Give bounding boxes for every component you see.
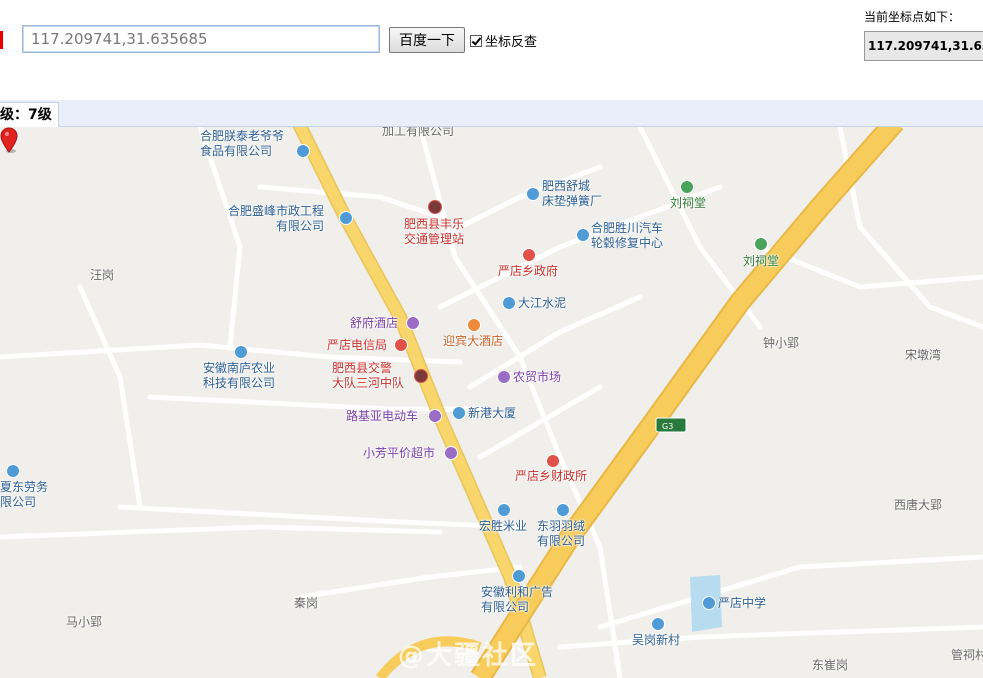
highway-shield-label: G3 [662, 422, 674, 431]
shop-icon[interactable] [428, 409, 442, 423]
map-label-xiaofang: 小芳平价超市 [363, 446, 436, 460]
zoom-strip: 级：7级 [0, 100, 983, 127]
government-icon[interactable] [522, 248, 536, 262]
current-coord-value: 117.209741,31.635685 [864, 31, 983, 61]
map-label-liucitang-1: 刘祠堂 [670, 196, 707, 210]
map-label-yingbin: 迎宾大酒店 [443, 334, 504, 348]
map-label-hongsheng: 宏胜米业 [479, 519, 528, 533]
map-label-dongcuigang: 东崔岗 [812, 658, 849, 672]
watermark: @大疆社区 [398, 641, 539, 671]
map-label-liucitang-2: 刘祠堂 [743, 254, 780, 268]
map-label-wugang: 吴岗新村 [632, 633, 681, 647]
map-label-qingang: 秦岗 [294, 596, 319, 610]
company-icon[interactable] [502, 296, 516, 310]
red-indicator [0, 31, 3, 49]
market-icon[interactable] [497, 370, 511, 384]
map-label-nongmao: 农贸市场 [513, 370, 562, 384]
building-icon[interactable] [452, 406, 466, 420]
map-label-feixi-fengle: 肥西县丰乐 交通管理站 [404, 217, 465, 246]
hotel-icon[interactable] [406, 316, 420, 330]
map-label-hefei-shengchuan: 合肥胜川汽车 轮毂修复中心 [591, 221, 664, 250]
map-label-maxiaoying: 马小郢 [66, 615, 103, 629]
reverse-lookup-checkbox[interactable] [470, 34, 482, 47]
location-pin-icon[interactable] [0, 127, 18, 153]
company-icon[interactable] [497, 503, 511, 517]
toolbar: 117.209741,31.635685 百度一下 坐标反查 当前坐标点如下： … [0, 0, 983, 100]
map-label-zhongxiaoying: 钟小郢 [763, 336, 800, 350]
residential-icon[interactable] [651, 617, 665, 631]
map-label-lujiya: 路基亚电动车 [346, 409, 419, 423]
map-label-dianxin: 严店电信局 [327, 338, 388, 352]
zoom-level-tab[interactable]: 级：7级 [0, 102, 59, 127]
map-label-hefei-shengfeng: 合肥盛峰市政工程 有限公司 [228, 204, 325, 233]
map-label-dongyu: 东羽羽绒 有限公司 [537, 519, 586, 548]
landmark-icon[interactable] [754, 237, 768, 251]
map-label-wanggang: 汪岗 [90, 268, 115, 282]
map-label-jiagong: 加工有限公司 [382, 127, 455, 138]
map-label-caizheng: 严店乡财政所 [515, 469, 588, 483]
car-repair-icon[interactable] [576, 228, 590, 242]
map-label-feixi-shucheng: 肥西舒城 床垫弹簧厂 [542, 179, 603, 208]
map-label-yandian-xiang: 严店乡政府 [498, 264, 559, 278]
map-canvas[interactable]: 合肥朕泰老爷爷 食品有限公司 加工有限公司 肥西舒城 床垫弹簧厂 刘祠堂 合肥盛… [0, 127, 983, 678]
company-icon[interactable] [339, 211, 353, 225]
map-label-xiadong: 夏东劳务 限公司 [0, 480, 49, 509]
map-label-guancitang: 管祠村 [951, 648, 983, 662]
map-label-anhui-nanlu: 安徽南庐农业 科技有限公司 [203, 361, 276, 390]
map-label-songdunwan: 宋墩湾 [905, 348, 942, 362]
company-icon[interactable] [6, 464, 20, 478]
company-icon[interactable] [234, 345, 248, 359]
company-icon[interactable] [526, 187, 540, 201]
reverse-lookup-toggle[interactable]: 坐标反查 [470, 31, 537, 50]
company-icon[interactable] [296, 144, 310, 158]
map-label-xitang: 西唐大郢 [894, 498, 943, 512]
reverse-lookup-label: 坐标反查 [485, 35, 538, 50]
search-button[interactable]: 百度一下 [389, 27, 465, 53]
coordinate-input[interactable]: 117.209741,31.635685 [22, 25, 380, 53]
landmark-icon[interactable] [680, 180, 694, 194]
school-icon[interactable] [702, 596, 716, 610]
map-label-dajiang: 大江水泥 [518, 296, 567, 310]
police-icon[interactable] [414, 369, 428, 383]
government-icon[interactable] [546, 454, 560, 468]
police-icon[interactable] [428, 200, 442, 214]
company-icon[interactable] [512, 569, 526, 583]
map-label-yandian-zhongxue: 严店中学 [718, 596, 767, 610]
telecom-icon[interactable] [394, 338, 408, 352]
map-label-xingang: 新港大厦 [468, 406, 517, 420]
supermarket-icon[interactable] [444, 446, 458, 460]
map-label-jiaojing: 肥西县交警 大队三河中队 [332, 361, 405, 390]
company-icon[interactable] [556, 503, 570, 517]
map-label-anhui-lili: 安徽利和广告 有限公司 [481, 585, 554, 614]
current-coord-label: 当前坐标点如下： [864, 10, 961, 24]
map-label-hefei-lianjia: 合肥朕泰老爷爷 食品有限公司 [200, 129, 285, 158]
map-label-shufu: 舒府酒店 [350, 316, 399, 330]
restaurant-icon[interactable] [467, 318, 481, 332]
